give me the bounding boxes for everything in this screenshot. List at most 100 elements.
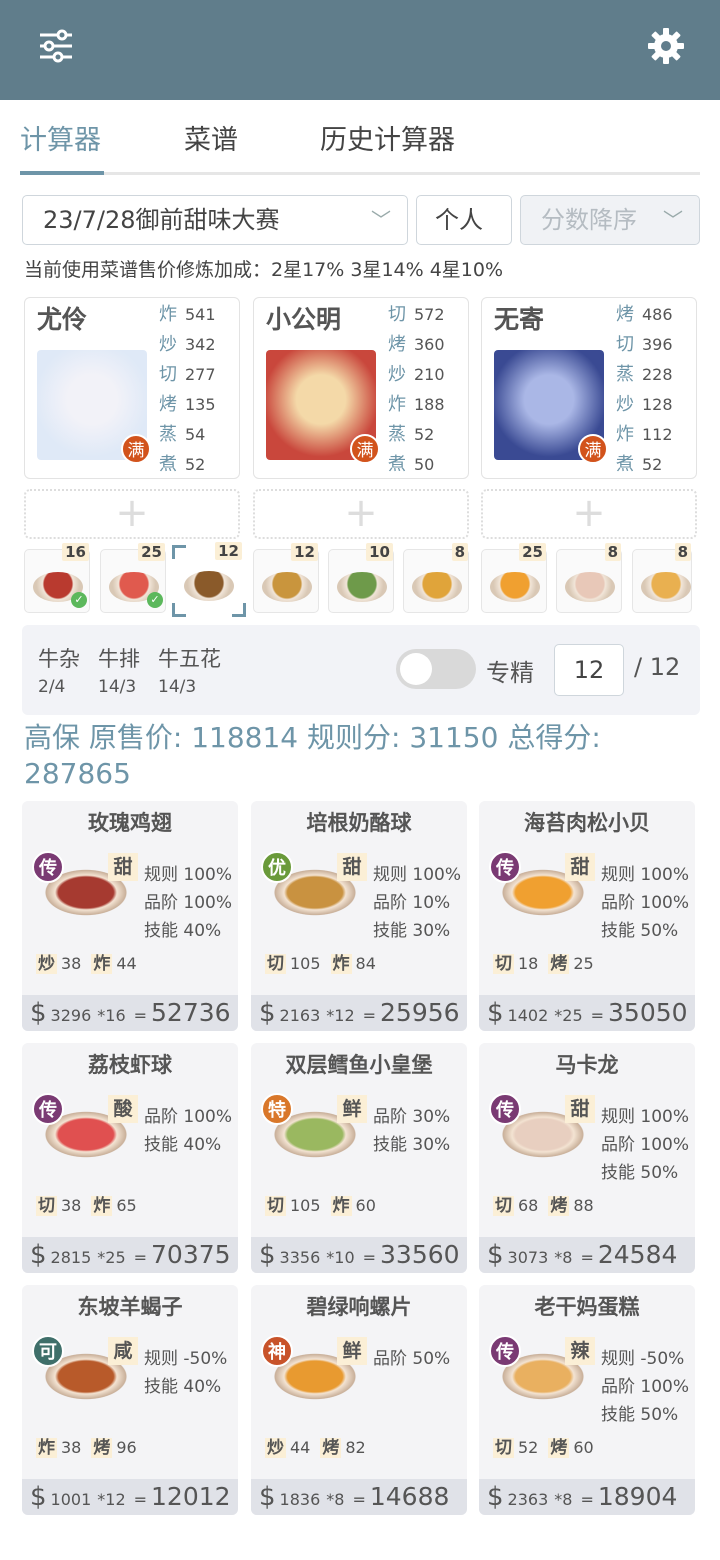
dollar-icon: $	[30, 1482, 47, 1512]
grade-badge: 传	[32, 1093, 64, 1125]
grade-badge: 可	[32, 1335, 64, 1367]
recipe-thumb[interactable]: 8	[556, 543, 622, 613]
skill-value: 52	[185, 455, 206, 474]
skill-value: 277	[185, 365, 216, 384]
chef-card[interactable]: 小公明满 切 572 烤 360 炒 210 炸 188 蒸 52 煮 50	[253, 297, 469, 479]
dish-card[interactable]: 双层鳕鱼小皇堡特 鲜品阶 30% 技能 30% 切 105 炸 60 $3356 *10 = 335…	[251, 1043, 467, 1273]
taste-badge: 甜	[108, 853, 138, 881]
add-equip-button[interactable]: +	[253, 489, 469, 539]
dish-image	[412, 572, 462, 602]
dish-title: 东坡羊蝎子	[77, 1295, 183, 1319]
equals-sign: =	[580, 1248, 594, 1267]
recipe-thumb[interactable]: 16 ✓	[24, 543, 90, 613]
bonus-line: 规则 100%	[144, 865, 233, 885]
bonus-line: 规则 -50%	[144, 1349, 228, 1369]
taste-badge: 酸	[108, 1095, 138, 1123]
dish-title: 马卡龙	[555, 1053, 619, 1077]
skill-type: 切	[616, 334, 634, 355]
contest-select[interactable]: 23/7/28御前甜味大赛 ﹀	[22, 195, 408, 245]
chef-card[interactable]: 尤伶满 炸 541 炒 342 切 277 烤 135 蒸 54 煮 52	[24, 297, 240, 479]
skill-row: 煮 50	[388, 450, 468, 480]
skill-type: 蒸	[159, 424, 177, 445]
skill-type: 煮	[616, 454, 634, 475]
add-equip-button[interactable]: +	[481, 489, 697, 539]
dollar-icon: $	[259, 1482, 276, 1512]
price-row: $3296 *16 = 52736	[22, 995, 238, 1031]
add-equip-button[interactable]: +	[24, 489, 240, 539]
recipe-thumb[interactable]: 12	[253, 543, 319, 613]
bonus-line: 技能 40%	[144, 921, 222, 941]
dish-card[interactable]: 老干妈蛋糕传 辣规则 -50% 品阶 100% 技能 50% 切 52 烤 60 $2363 *8…	[479, 1285, 695, 1515]
req-skill: 切	[265, 1196, 286, 1216]
recipe-thumb[interactable]: 10	[328, 543, 394, 613]
recipe-thumb[interactable]: 8	[403, 543, 469, 613]
unit-price: 3073	[507, 1248, 549, 1267]
dish-total: 35050	[608, 998, 688, 1027]
dish-card[interactable]: 培根奶酪球优 甜规则 100% 品阶 10% 技能 30% 切 105 炸 84 $2163 *1…	[251, 801, 467, 1031]
price-row: $3073 *8 = 24584	[479, 1237, 695, 1273]
skill-row: 蒸 52	[388, 420, 468, 450]
dish-card[interactable]: 海苔肉松小贝传 甜规则 100% 品阶 100% 技能 50% 切 18 烤 25 $1402 *…	[479, 801, 695, 1031]
req-value: 68	[518, 1196, 539, 1215]
equals-sign: =	[362, 1006, 377, 1025]
gear-icon[interactable]	[646, 26, 686, 66]
req-skill: 炸	[91, 954, 113, 974]
dish-total: 52736	[151, 998, 231, 1027]
material-count: 14/3	[98, 677, 137, 697]
recipe-count: 25	[138, 543, 165, 561]
sort-select[interactable]: 分数降序 ﹀	[520, 195, 700, 245]
skill-requirements: 切 18 烤 25	[493, 949, 604, 974]
full-badge: 满	[578, 434, 608, 464]
grade-badge: 传	[489, 851, 521, 883]
tab-history-calculator[interactable]: 历史计算器	[320, 118, 455, 157]
bonus-line: 技能 40%	[144, 1377, 222, 1397]
recipe-thumb[interactable]: 12	[172, 542, 246, 617]
recipe-thumb[interactable]: 8	[632, 543, 692, 613]
skill-requirements: 切 52 烤 60	[493, 1433, 604, 1458]
quantity: *12	[97, 1490, 126, 1509]
grade-badge: 特	[261, 1093, 293, 1125]
equals-sign: =	[590, 1006, 605, 1025]
skill-requirements: 切 105 炸 60	[265, 1191, 386, 1216]
skill-value: 188	[414, 395, 445, 414]
dish-image	[337, 572, 387, 602]
req-skill: 切	[36, 1196, 57, 1216]
selection-corner	[232, 603, 246, 617]
skill-type: 煮	[388, 454, 406, 475]
dollar-icon: $	[487, 1240, 504, 1270]
material-count: 14/3	[158, 677, 197, 697]
dish-card[interactable]: 玫瑰鸡翅传 甜规则 100% 品阶 100% 技能 40% 炒 38 炸 44 $3296 *16…	[22, 801, 238, 1031]
skill-type: 蒸	[616, 364, 634, 385]
chef-card[interactable]: 无寄满 烤 486 切 396 蒸 228 炒 128 炸 112 煮 52	[481, 297, 697, 479]
tab-calculator[interactable]: 计算器	[20, 118, 101, 157]
tab-divider	[20, 172, 700, 175]
recipe-thumb[interactable]: 25 ✓	[100, 543, 166, 613]
dish-card[interactable]: 荔枝虾球传 酸品阶 100% 技能 40% 切 38 炸 65 $2815 *25 = 70375	[22, 1043, 238, 1273]
dish-bonus-list: 规则 -50% 品阶 100% 技能 50%	[601, 1345, 695, 1429]
unit-price: 2815	[50, 1248, 92, 1267]
sliders-icon[interactable]	[36, 26, 76, 66]
skill-row: 切 277	[159, 360, 239, 390]
mode-select[interactable]: 个人	[416, 195, 512, 245]
dish-card[interactable]: 东坡羊蝎子可 咸规则 -50% 技能 40% 炸 38 烤 96 $1001 *12 = 12012	[22, 1285, 238, 1515]
dish-card[interactable]: 马卡龙传 甜规则 100% 品阶 100% 技能 50% 切 68 烤 88 $3073 *8 = 2…	[479, 1043, 695, 1273]
material-name: 牛排	[98, 647, 140, 671]
specialize-level-input[interactable]: 12	[554, 644, 624, 696]
dish-card[interactable]: 碧绿响螺片神 鲜品阶 50% 炒 44 烤 82 $1836 *8 = 14688	[251, 1285, 467, 1515]
req-skill: 烤	[548, 1196, 570, 1216]
tab-bar: 计算器 菜谱 历史计算器	[0, 100, 720, 176]
bonus-line: 品阶 10%	[373, 893, 451, 913]
quantity: *25	[97, 1248, 126, 1267]
quantity: *25	[554, 1006, 583, 1025]
grade-badge: 优	[261, 851, 293, 883]
taste-badge: 鲜	[337, 1095, 367, 1123]
req-skill: 烤	[548, 1438, 570, 1458]
skill-requirements: 切 105 炸 84	[265, 949, 386, 974]
tab-recipes[interactable]: 菜谱	[184, 118, 238, 157]
skill-row: 蒸 228	[616, 360, 696, 390]
specialize-toggle[interactable]	[396, 649, 476, 689]
bonus-line: 品阶 100%	[144, 1107, 233, 1127]
unit-price: 1402	[507, 1006, 549, 1025]
req-skill: 烤	[548, 954, 570, 974]
recipe-thumb[interactable]: 25	[481, 543, 547, 613]
